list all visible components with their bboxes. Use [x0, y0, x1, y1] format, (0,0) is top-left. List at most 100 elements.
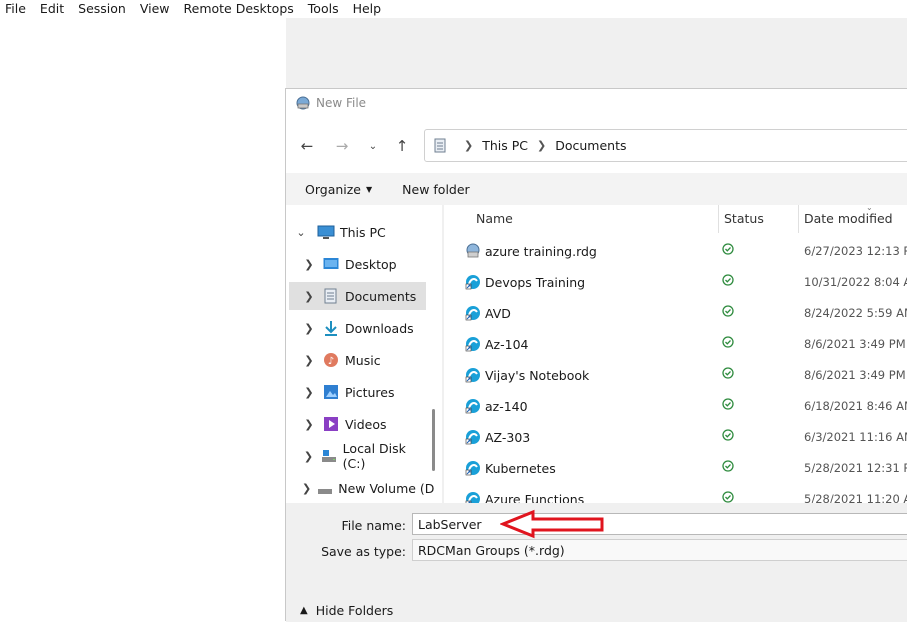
save-as-type-select[interactable]: RDCMan Groups (*.rdg) [412, 539, 907, 561]
dialog-titlebar: New File [286, 89, 907, 117]
back-arrow-icon[interactable]: ← [296, 136, 318, 156]
nav-item-label: Pictures [345, 384, 395, 400]
nav-item-local-disk[interactable]: ❯ Local Disk (C:) [286, 441, 426, 471]
file-name: AVD [485, 305, 511, 321]
documents-icon [434, 138, 446, 152]
file-date: 6/3/2021 11:16 AM [804, 430, 907, 444]
nav-item-label: Downloads [345, 320, 414, 336]
hide-folders-button[interactable]: ▲ Hide Folders [300, 603, 393, 618]
nav-item-label: This PC [340, 224, 386, 240]
navigation-pane: ⌄ This PC ❯ Desktop ❯ Documents ❯ Downlo… [286, 205, 442, 503]
new-folder-label: New folder [402, 181, 470, 197]
file-row[interactable]: Vijay's Notebook 8/6/2021 3:49 PM [444, 359, 907, 390]
column-date-modified[interactable]: Date modified [804, 211, 893, 226]
chevron-right-icon: ❯ [304, 289, 314, 303]
breadcrumb-chevron-icon: ❯ [537, 139, 547, 152]
nav-item-new-volume[interactable]: ❯ New Volume (D [286, 474, 434, 502]
file-row[interactable]: Devops Training 10/31/2022 8:04 AM [444, 266, 907, 297]
nav-item-label: Documents [345, 288, 417, 304]
file-date: 5/28/2021 11:20 AM [804, 492, 907, 503]
file-row[interactable]: Azure Functions 5/28/2021 11:20 AM [444, 483, 907, 503]
new-folder-button[interactable]: New folder [402, 182, 470, 197]
column-divider[interactable] [798, 205, 799, 233]
sync-check-icon [722, 367, 734, 382]
file-name-cell: Vijay's Notebook [464, 366, 589, 384]
chevron-right-icon: ❯ [303, 449, 314, 463]
menu-tools[interactable]: Tools [302, 0, 347, 18]
onenote-shortcut-icon [464, 490, 482, 503]
sync-check-icon [722, 336, 734, 351]
monitor-icon [317, 224, 335, 240]
download-icon [322, 320, 340, 336]
file-date: 6/18/2021 8:46 AM [804, 399, 907, 413]
chevron-right-icon: ❯ [304, 417, 314, 431]
sync-check-icon [722, 398, 734, 413]
menu-help[interactable]: Help [347, 0, 390, 18]
file-name: az-140 [485, 398, 528, 414]
dialog-title: New File [316, 96, 367, 110]
nav-item-videos[interactable]: ❯ Videos [286, 410, 426, 438]
up-arrow-icon[interactable]: ↑ [391, 136, 413, 156]
menu-view[interactable]: View [134, 0, 178, 18]
chevron-right-icon: ❯ [304, 385, 314, 399]
sync-check-icon [722, 491, 734, 503]
organize-button[interactable]: Organize ▼ [305, 182, 372, 197]
filename-input[interactable]: LabServer [412, 513, 907, 535]
menu-file[interactable]: File [0, 0, 34, 18]
file-row[interactable]: Az-104 8/6/2021 3:49 PM [444, 328, 907, 359]
recent-locations-chevron-icon[interactable]: ⌄ [362, 136, 384, 156]
pictures-icon [322, 384, 340, 400]
column-headers: Name Status Date modified ⌄ [444, 205, 907, 233]
file-name-cell: AZ-303 [464, 428, 530, 446]
nav-item-label: New Volume (D [338, 480, 435, 496]
chevron-right-icon: ❯ [304, 353, 314, 367]
file-name: Devops Training [485, 274, 586, 290]
menu-remote-desktops[interactable]: Remote Desktops [178, 0, 302, 18]
column-divider[interactable] [718, 205, 719, 233]
nav-item-downloads[interactable]: ❯ Downloads [286, 314, 426, 342]
column-name[interactable]: Name [476, 211, 513, 226]
menu-session[interactable]: Session [72, 0, 134, 18]
navigation-row: ← → ⌄ ↑ ❯ This PC ❯ Documents [286, 129, 907, 163]
red-arrow-annotation [500, 509, 604, 539]
menu-bar: File Edit Session View Remote Desktops T… [0, 0, 907, 18]
breadcrumb-documents[interactable]: Documents [555, 138, 626, 153]
file-name: azure training.rdg [485, 243, 597, 259]
onenote-shortcut-icon [464, 304, 482, 322]
chevron-right-icon: ❯ [304, 257, 314, 271]
sort-chevron-icon: ⌄ [866, 205, 873, 212]
address-bar[interactable]: ❯ This PC ❯ Documents [424, 129, 907, 162]
breadcrumb-chevron-icon: ❯ [464, 139, 474, 152]
nav-item-this-pc[interactable]: ⌄ This PC [286, 218, 426, 246]
nav-item-label: Music [345, 352, 381, 368]
file-name: Azure Functions [485, 491, 585, 504]
nav-item-desktop[interactable]: ❯ Desktop [286, 250, 426, 278]
breadcrumb-this-pc[interactable]: This PC [482, 138, 528, 153]
file-row[interactable]: azure training.rdg 6/27/2023 12:13 PM [444, 235, 907, 266]
forward-arrow-icon[interactable]: → [331, 136, 353, 156]
menu-edit[interactable]: Edit [34, 0, 72, 18]
file-row[interactable]: az-140 6/18/2021 8:46 AM [444, 390, 907, 421]
file-row[interactable]: Kubernetes 5/28/2021 12:31 PM [444, 452, 907, 483]
file-name-cell: Kubernetes [464, 459, 556, 477]
file-name: Az-104 [485, 336, 529, 352]
file-name: Vijay's Notebook [485, 367, 590, 383]
file-date: 10/31/2022 8:04 AM [804, 275, 907, 289]
onenote-shortcut-icon [464, 335, 482, 353]
organize-label: Organize [305, 181, 361, 197]
nav-item-music[interactable]: ❯ ♪ Music [286, 346, 426, 374]
nav-item-documents[interactable]: ❯ Documents [289, 282, 426, 310]
nav-pane-scrollbar[interactable] [432, 409, 435, 471]
onenote-shortcut-icon [464, 459, 482, 477]
file-name: Kubernetes [485, 460, 556, 476]
file-row[interactable]: AZ-303 6/3/2021 11:16 AM [444, 421, 907, 452]
file-date: 8/24/2022 5:59 AM [804, 306, 907, 320]
onenote-shortcut-icon [464, 428, 482, 446]
file-row[interactable]: AVD 8/24/2022 5:59 AM [444, 297, 907, 328]
save-as-type-value: RDCMan Groups (*.rdg) [418, 542, 565, 558]
nav-item-pictures[interactable]: ❯ Pictures [286, 378, 426, 406]
sync-check-icon [722, 274, 734, 289]
column-status[interactable]: Status [724, 211, 764, 226]
chevron-right-icon: ❯ [302, 481, 312, 495]
sync-check-icon [722, 460, 734, 475]
